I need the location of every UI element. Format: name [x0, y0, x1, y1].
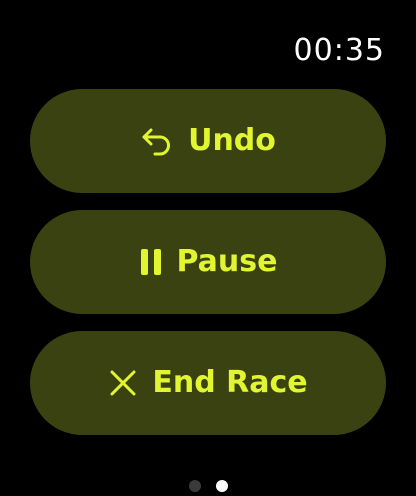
close-x-icon [108, 368, 138, 398]
undo-button[interactable]: Undo [30, 89, 386, 193]
undo-arrow-icon [140, 124, 174, 158]
end-race-button[interactable]: End Race [30, 331, 386, 435]
end-race-label: End Race [152, 365, 308, 400]
page-dot-1 [188, 480, 201, 492]
page-indicator [0, 480, 416, 492]
undo-label: Undo [188, 123, 276, 158]
pause-icon [139, 247, 163, 277]
pause-label: Pause [176, 244, 278, 279]
pause-button[interactable]: Pause [30, 210, 386, 314]
page-dot-2 [215, 480, 228, 492]
elapsed-time: 00:35 [293, 33, 385, 68]
